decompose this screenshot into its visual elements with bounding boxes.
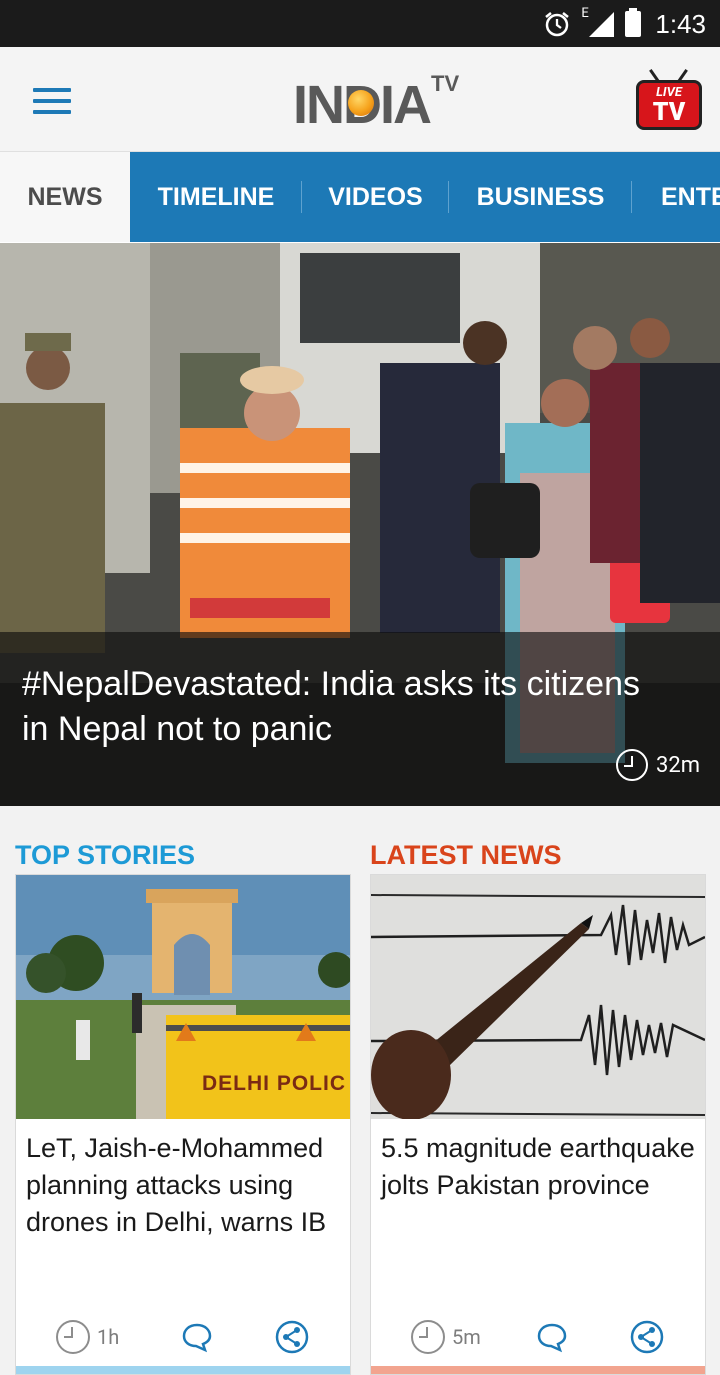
clock-icon bbox=[615, 749, 648, 781]
comment-icon bbox=[182, 1323, 212, 1353]
live-tv-button[interactable]: LIVE TV bbox=[636, 67, 702, 131]
clock-icon bbox=[411, 1320, 445, 1354]
police-barricade-sign: DELHI POLIC bbox=[202, 1072, 347, 1095]
tab-timeline[interactable]: TIMELINE bbox=[130, 152, 302, 242]
latest-news-card[interactable]: 5.5 magnitude earthquake jolts Pakistan … bbox=[370, 874, 706, 1375]
logo-globe-icon bbox=[348, 90, 374, 116]
top-stories-comment-button[interactable] bbox=[181, 1317, 213, 1357]
status-icons: E 1:43 bbox=[543, 6, 706, 40]
latest-news-time: 5m bbox=[411, 1317, 481, 1357]
latest-news-title[interactable]: 5.5 magnitude earthquake jolts Pakistan … bbox=[381, 1130, 701, 1204]
comment-icon bbox=[537, 1323, 567, 1353]
clock-icon bbox=[56, 1320, 90, 1354]
menu-icon[interactable] bbox=[33, 88, 71, 114]
top-stories-image: DELHI POLIC bbox=[16, 875, 350, 1119]
live-tv-icon: LIVE TV bbox=[636, 80, 702, 130]
app-header: IN D IA TV LIVE TV bbox=[0, 47, 720, 152]
tab-entertainment[interactable]: ENTE bbox=[632, 152, 720, 242]
latest-news-accent-bar bbox=[371, 1366, 705, 1374]
india-tv-logo: IN D IA TV bbox=[293, 71, 460, 135]
top-stories-share-button[interactable] bbox=[275, 1317, 309, 1357]
top-stories-card[interactable]: DELHI POLIC LeT, Jaish-e-Mohammed planni… bbox=[15, 874, 351, 1375]
battery-icon bbox=[625, 8, 642, 37]
latest-news-meta: 5m bbox=[371, 1317, 705, 1357]
tab-business[interactable]: BUSINESS bbox=[449, 152, 632, 242]
signal-icon: E bbox=[581, 6, 615, 38]
tab-news[interactable]: NEWS bbox=[0, 152, 130, 242]
latest-news-heading: LATEST NEWS bbox=[370, 840, 562, 870]
status-bar: E 1:43 bbox=[0, 0, 720, 47]
latest-news-share-button[interactable] bbox=[630, 1317, 664, 1357]
category-tab-bar: NEWS TIMELINE VIDEOS BUSINESS ENTE bbox=[0, 152, 720, 242]
top-stories-accent-bar bbox=[16, 1366, 350, 1374]
status-time: 1:43 bbox=[655, 8, 706, 39]
share-icon bbox=[275, 1320, 309, 1354]
alarm-icon bbox=[545, 12, 570, 37]
share-icon bbox=[630, 1320, 664, 1354]
latest-news-comment-button[interactable] bbox=[536, 1317, 568, 1357]
top-stories-title[interactable]: LeT, Jaish-e-Mohammed planning attacks u… bbox=[26, 1130, 346, 1241]
hero-title[interactable]: #NepalDevastated: India asks its citizen… bbox=[22, 662, 662, 752]
top-stories-heading: TOP STORIES bbox=[15, 840, 196, 870]
tab-videos[interactable]: VIDEOS bbox=[302, 152, 449, 242]
hero-timestamp: 32m bbox=[615, 749, 700, 781]
top-stories-meta: 1h bbox=[16, 1317, 350, 1357]
latest-news-image bbox=[371, 875, 705, 1119]
hero-story[interactable]: #NepalDevastated: India asks its citizen… bbox=[0, 243, 720, 806]
top-stories-time: 1h bbox=[56, 1317, 119, 1357]
